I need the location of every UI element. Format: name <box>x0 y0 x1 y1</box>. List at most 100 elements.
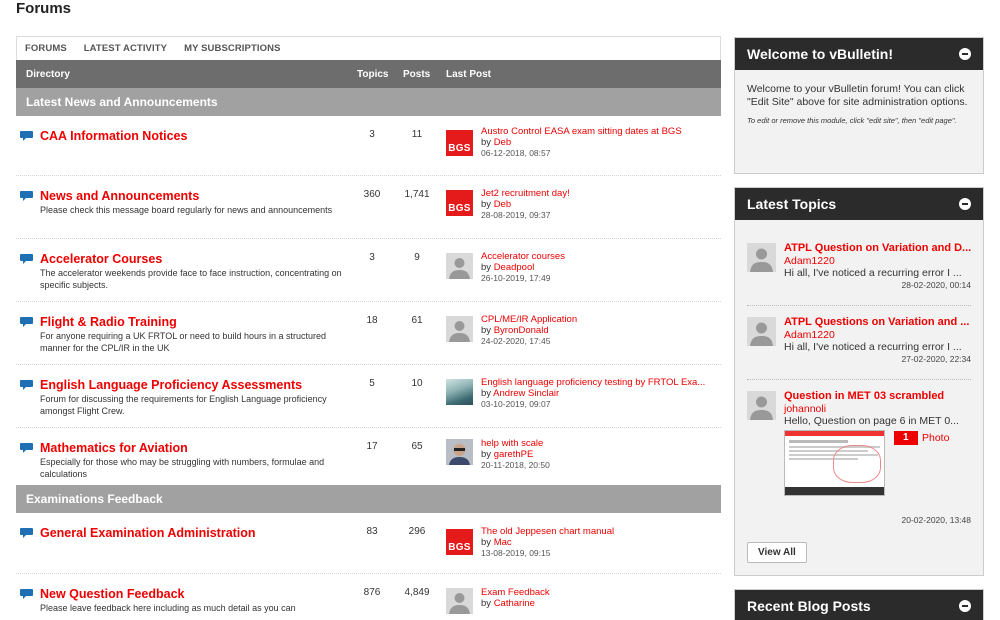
topics-count: 3 <box>369 252 375 263</box>
topic-item: ATPL Question on Variation and D... Adam… <box>747 232 971 306</box>
posts-count: 4,849 <box>404 587 430 598</box>
last-post-date: 06-12-2018, 08:57 <box>481 148 551 158</box>
col-topics: Topics <box>357 69 389 80</box>
last-post-date: 28-08-2019, 09:37 <box>481 210 551 220</box>
last-post-title-link[interactable]: English language proficiency testing by … <box>481 377 721 388</box>
column-header: Directory Topics Posts Last Post <box>16 60 721 88</box>
last-post-title-link[interactable]: Jet2 recruitment day! <box>481 188 721 199</box>
forum-speech-icon <box>20 380 33 390</box>
last-post: Jet2 recruitment day! by Deb 28-08-2019,… <box>481 188 721 221</box>
welcome-note: To edit or remove this module, click "ed… <box>747 116 957 125</box>
posts-count: 11 <box>411 129 423 140</box>
forum-speech-icon <box>20 589 33 599</box>
last-post: CPL/ME/IR Application by ByronDonald 24-… <box>481 314 721 347</box>
last-post: Austro Control EASA exam sitting dates a… <box>481 126 721 159</box>
forum-title-link[interactable]: New Question Feedback <box>40 587 184 601</box>
topic-title-link[interactable]: Question in MET 03 scrambled <box>784 390 974 402</box>
topic-title-link[interactable]: ATPL Question on Variation and D... <box>784 242 974 254</box>
last-post-title-link[interactable]: Exam Feedback <box>481 587 721 598</box>
collapse-icon[interactable] <box>959 48 971 60</box>
forum-row: New Question Feedback Please leave feedb… <box>16 574 721 620</box>
last-post: Accelerator courses by Deadpool 26-10-20… <box>481 251 721 284</box>
collapse-icon[interactable] <box>959 198 971 210</box>
topics-count: 83 <box>366 526 378 537</box>
forum-title-link[interactable]: Mathematics for Aviation <box>40 441 188 455</box>
view-all-button[interactable]: View All <box>747 542 807 563</box>
last-post-user-link[interactable]: Andrew Sinclair <box>493 388 559 399</box>
last-post-user-link[interactable]: Deadpool <box>494 262 535 273</box>
forum-description: For anyone requiring a UK FRTOL or need … <box>40 331 326 353</box>
posts-count: 10 <box>411 378 423 389</box>
by-label: by <box>481 325 492 336</box>
posts-count: 61 <box>411 315 423 326</box>
topic-date: 20-02-2020, 13:48 <box>901 515 971 525</box>
default-avatar-icon[interactable] <box>446 588 473 614</box>
by-label: by <box>481 449 492 460</box>
last-post-user-link[interactable]: Catharine <box>494 598 535 609</box>
last-post-date: 26-10-2019, 17:49 <box>481 273 551 283</box>
default-avatar-icon[interactable] <box>446 253 473 279</box>
widget-body: Welcome to your vBulletin forum! You can… <box>735 70 983 138</box>
tab-forums[interactable]: FORUMS <box>25 43 67 54</box>
last-post-title-link[interactable]: The old Jeppesen chart manual <box>481 526 721 537</box>
last-post-user-link[interactable]: Mac <box>494 537 512 548</box>
topic-list: ATPL Question on Variation and D... Adam… <box>735 220 983 530</box>
user-photo-thumb[interactable] <box>446 439 473 465</box>
topics-count: 5 <box>369 378 375 389</box>
by-label: by <box>481 262 492 273</box>
last-post-title-link[interactable]: help with scale <box>481 438 721 449</box>
topic-user-link[interactable]: Adam1220 <box>784 255 835 267</box>
collapse-icon[interactable] <box>959 600 971 612</box>
topics-count: 18 <box>366 315 378 326</box>
tab-my-subscriptions[interactable]: MY SUBSCRIPTIONS <box>184 43 280 54</box>
tab-latest-activity[interactable]: LATEST ACTIVITY <box>84 43 167 54</box>
posts-count: 9 <box>414 252 420 263</box>
last-post-title-link[interactable]: Austro Control EASA exam sitting dates a… <box>481 126 721 137</box>
forum-title-link[interactable]: Flight & Radio Training <box>40 315 177 329</box>
topic-user-link[interactable]: johannoli <box>784 403 826 415</box>
landscape-photo-thumb[interactable] <box>446 379 473 405</box>
last-post-date: 03-10-2019, 09:07 <box>481 399 551 409</box>
photo-label-link[interactable]: Photo <box>922 432 949 444</box>
last-post-user-link[interactable]: garethPE <box>494 449 534 460</box>
section-header[interactable]: Examinations Feedback <box>16 485 721 513</box>
default-avatar-icon[interactable] <box>747 317 776 346</box>
topic-user-link[interactable]: Adam1220 <box>784 329 835 341</box>
widget-title: Recent Blog Posts <box>747 598 871 614</box>
last-post-user-link[interactable]: ByronDonald <box>494 325 549 336</box>
last-post: English language proficiency testing by … <box>481 377 721 410</box>
topic-title-link[interactable]: ATPL Questions on Variation and ... <box>784 316 974 328</box>
photo-count-badge[interactable]: 1 <box>894 431 918 445</box>
forum-title-link[interactable]: CAA Information Notices <box>40 129 187 143</box>
topics-count: 17 <box>366 441 378 452</box>
attached-photo-thumb[interactable] <box>784 430 885 496</box>
forum-row: General Examination Administration 83 29… <box>16 513 721 574</box>
last-post-title-link[interactable]: Accelerator courses <box>481 251 721 262</box>
forum-row: Mathematics for Aviation Especially for … <box>16 428 721 485</box>
forum-row: News and Announcements Please check this… <box>16 176 721 239</box>
widget-header: Recent Blog Posts <box>735 590 983 620</box>
bgs-logo-thumb[interactable]: BGS <box>446 130 473 156</box>
forum-speech-icon <box>20 443 33 453</box>
default-avatar-icon[interactable] <box>747 391 776 420</box>
widget-title: Welcome to vBulletin! <box>747 46 893 62</box>
forum-title-link[interactable]: General Examination Administration <box>40 526 256 540</box>
section-header[interactable]: Latest News and Announcements <box>16 88 721 116</box>
last-post-user-link[interactable]: Deb <box>494 199 511 210</box>
forum-description: Please check this message board regularl… <box>40 205 333 215</box>
default-avatar-icon[interactable] <box>446 316 473 342</box>
forum-title-link[interactable]: News and Announcements <box>40 189 199 203</box>
by-label: by <box>481 537 492 548</box>
forum-speech-icon <box>20 528 33 538</box>
forum-title-link[interactable]: Accelerator Courses <box>40 252 162 266</box>
bgs-logo-thumb[interactable]: BGS <box>446 190 473 216</box>
bgs-logo-thumb[interactable]: BGS <box>446 529 473 555</box>
last-post-title-link[interactable]: CPL/ME/IR Application <box>481 314 721 325</box>
topic-date: 27-02-2020, 22:34 <box>901 354 971 364</box>
widget-title: Latest Topics <box>747 196 837 212</box>
last-post-user-link[interactable]: Deb <box>494 137 511 148</box>
blog-posts-widget: Recent Blog Posts <box>734 589 984 620</box>
forum-title-link[interactable]: English Language Proficiency Assessments <box>40 378 302 392</box>
default-avatar-icon[interactable] <box>747 243 776 272</box>
welcome-widget: Welcome to vBulletin! Welcome to your vB… <box>734 37 984 174</box>
